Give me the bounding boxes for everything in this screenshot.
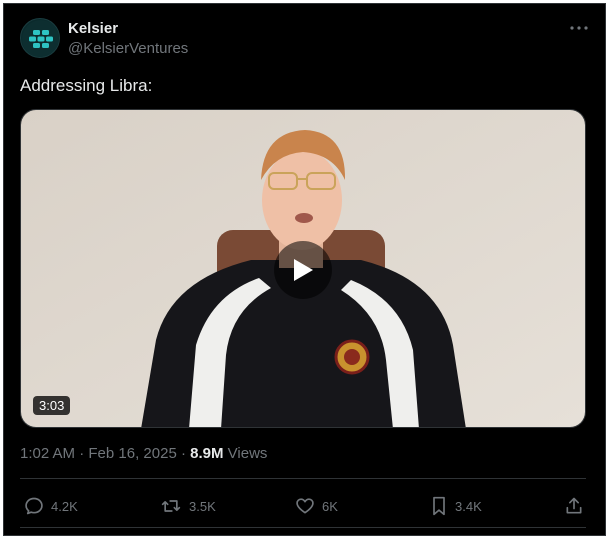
tweet-metadata: 1:02 AM · Feb 16, 2025 · 8.9M Views — [20, 445, 267, 462]
author-handle[interactable]: @KelsierVentures — [68, 40, 188, 57]
tweet-date[interactable]: Feb 16, 2025 — [88, 445, 176, 462]
bookmark-button[interactable]: 3.4K — [430, 490, 482, 522]
separator: · — [180, 445, 186, 462]
more-icon — [570, 26, 588, 30]
kelsier-logo-icon — [22, 20, 59, 57]
reply-icon — [25, 497, 43, 515]
play-icon — [294, 259, 313, 281]
views-label: Views — [227, 445, 268, 462]
divider — [20, 478, 586, 479]
reply-button[interactable]: 4.2K — [24, 490, 78, 522]
views-count: 8.9M — [190, 445, 224, 462]
bookmark-count: 3.4K — [455, 498, 482, 514]
more-options-button[interactable] — [567, 18, 591, 38]
repost-icon — [161, 500, 181, 512]
avatar[interactable] — [20, 18, 60, 58]
like-button[interactable]: 6K — [295, 490, 338, 522]
action-bar: 4.2K 3.5K 6K 3.4K — [20, 490, 586, 522]
repost-button[interactable]: 3.5K — [160, 490, 216, 522]
bookmark-icon — [433, 496, 445, 516]
tweet-text: Addressing Libra: — [20, 76, 153, 95]
video-duration: 3:03 — [33, 396, 71, 415]
tweet-card: Kelsier @KelsierVentures Addressing Libr… — [3, 3, 606, 536]
tweet-time[interactable]: 1:02 AM — [20, 445, 75, 462]
author-name[interactable]: Kelsier — [68, 20, 118, 37]
play-button[interactable] — [274, 241, 332, 299]
repost-count: 3.5K — [189, 498, 216, 514]
like-count: 6K — [322, 498, 338, 514]
heart-icon — [296, 498, 314, 514]
share-icon — [566, 497, 582, 514]
video-player[interactable]: 3:03 — [20, 109, 586, 428]
divider — [20, 527, 586, 528]
share-button[interactable] — [564, 490, 591, 522]
reply-count: 4.2K — [51, 498, 78, 514]
separator: · — [79, 445, 85, 462]
